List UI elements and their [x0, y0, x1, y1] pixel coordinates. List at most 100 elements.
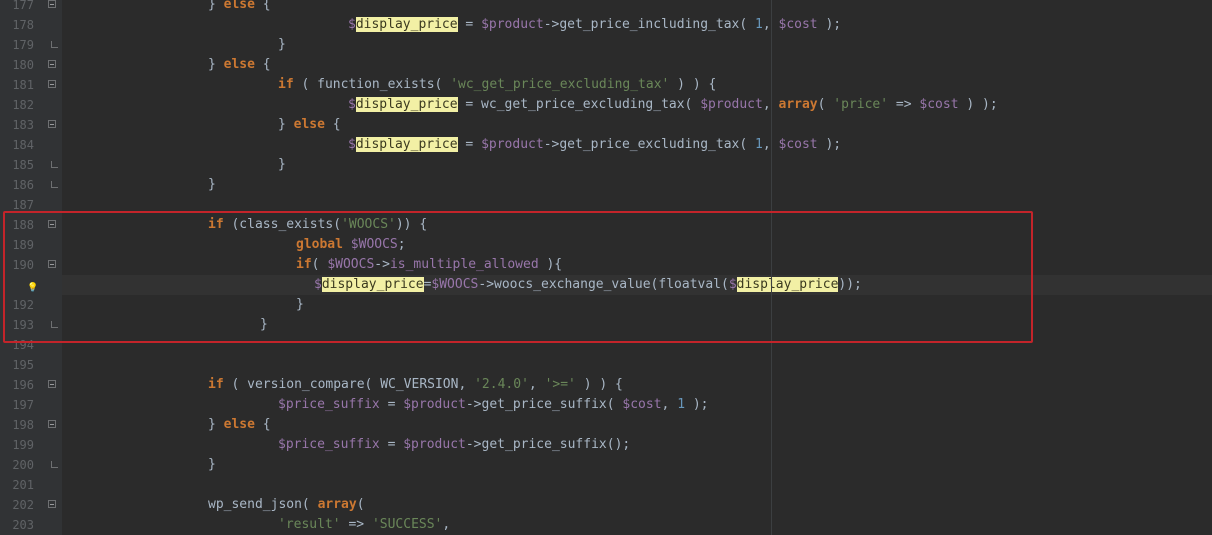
- gutter: 184: [0, 135, 62, 155]
- code-token: {: [254, 417, 271, 432]
- code-token: if: [208, 217, 224, 232]
- fold-end-icon[interactable]: [51, 461, 58, 468]
- code-line[interactable]: 192}: [0, 295, 1212, 315]
- code-token: =: [457, 17, 482, 32]
- code-token: array: [778, 97, 818, 112]
- line-number: 185: [12, 158, 34, 172]
- fold-toggle-icon[interactable]: [48, 60, 56, 68]
- code-text: } else {: [208, 0, 271, 15]
- fold-toggle-icon[interactable]: [48, 220, 56, 228]
- fold-toggle-icon[interactable]: [48, 80, 56, 88]
- line-number: 180: [12, 58, 34, 72]
- code-token: {: [254, 57, 271, 72]
- code-line[interactable]: 181 if ( function_exists( 'wc_get_price_e…: [0, 75, 1212, 95]
- line-number: 196: [12, 378, 34, 392]
- code-token: (: [817, 97, 834, 112]
- code-token: ->get_price_suffix();: [465, 437, 631, 452]
- line-number: 179: [12, 38, 34, 52]
- code-line[interactable]: 193}: [0, 315, 1212, 335]
- code-token: ) ) {: [575, 377, 623, 392]
- line-number: 197: [12, 398, 34, 412]
- code-line[interactable]: 179}: [0, 35, 1212, 55]
- code-line[interactable]: 184 $display_price = $product->get_price_…: [0, 135, 1212, 155]
- code-token: 'WOOCS': [341, 217, 396, 232]
- code-token: $product: [700, 97, 763, 112]
- code-line[interactable]: 194: [0, 335, 1212, 355]
- line-number: 192: [12, 298, 34, 312]
- line-number: 195: [12, 358, 34, 372]
- code-token: if: [208, 377, 224, 392]
- code-token: ){: [538, 257, 563, 272]
- code-token: 'wc_get_price_excluding_tax': [450, 77, 670, 92]
- code-line[interactable]: 183} else {: [0, 115, 1212, 135]
- fold-end-icon[interactable]: [51, 41, 58, 48]
- code-token: }: [278, 37, 286, 52]
- gutter: 179: [0, 35, 62, 55]
- gutter: 178: [0, 15, 62, 35]
- code-token: $product: [403, 397, 466, 412]
- code-token: (: [356, 497, 365, 512]
- gutter: 199: [0, 435, 62, 455]
- code-line[interactable]: 195: [0, 355, 1212, 375]
- code-token: $product: [481, 137, 544, 152]
- gutter: 198: [0, 415, 62, 435]
- code-line[interactable]: 198} else {: [0, 415, 1212, 435]
- fold-toggle-icon[interactable]: [48, 0, 56, 8]
- fold-toggle-icon[interactable]: [48, 500, 56, 508]
- code-token: )) {: [395, 217, 428, 232]
- code-token: 'price': [833, 97, 889, 112]
- code-token: $cost: [622, 397, 662, 412]
- code-token: $product: [481, 17, 544, 32]
- code-line[interactable]: 💡 $display_price=$WOOCS->woocs_exchange_v…: [0, 275, 1212, 295]
- gutter: 186: [0, 175, 62, 195]
- code-token: $: [314, 277, 322, 292]
- code-line[interactable]: 203 'result' => 'SUCCESS',: [0, 515, 1212, 535]
- fold-toggle-icon[interactable]: [48, 260, 56, 268]
- fold-toggle-icon[interactable]: [48, 380, 56, 388]
- gutter: 203: [0, 515, 62, 535]
- code-line[interactable]: 189 global $WOOCS;: [0, 235, 1212, 255]
- fold-toggle-icon[interactable]: [48, 120, 56, 128]
- code-line[interactable]: 188 if (class_exists('WOOCS')) {: [0, 215, 1212, 235]
- code-token: $: [348, 97, 356, 112]
- fold-end-icon[interactable]: [51, 181, 58, 188]
- code-editor[interactable]: 177 } else {178 $display_price = $product-…: [0, 0, 1212, 535]
- code-token: $WOOCS: [431, 277, 479, 292]
- code-line[interactable]: 197 $price_suffix = $product->get_price_s…: [0, 395, 1212, 415]
- code-token: ,: [528, 377, 545, 392]
- line-number: 203: [12, 518, 34, 532]
- code-line[interactable]: 182 $display_price = wc_get_price_excludi…: [0, 95, 1212, 115]
- code-token: $WOOCS: [327, 257, 375, 272]
- line-number: 188: [12, 218, 34, 232]
- code-line[interactable]: 180} else {: [0, 55, 1212, 75]
- code-line[interactable]: 185}: [0, 155, 1212, 175]
- code-text: if (class_exists('WOOCS')) {: [208, 215, 427, 235]
- gutter: 183: [0, 115, 62, 135]
- line-number: 178: [12, 18, 34, 32]
- code-line[interactable]: 200}: [0, 455, 1212, 475]
- gutter: 177: [0, 0, 62, 15]
- fold-end-icon[interactable]: [51, 161, 58, 168]
- code-token: global: [296, 237, 343, 252]
- code-line[interactable]: 202 wp_send_json( array(: [0, 495, 1212, 515]
- code-line[interactable]: 186}: [0, 175, 1212, 195]
- code-token: ,: [661, 397, 678, 412]
- code-token: (: [311, 257, 328, 272]
- code-line[interactable]: 177 } else {: [0, 0, 1212, 15]
- code-token: '2.4.0': [474, 377, 529, 392]
- code-text: }: [296, 295, 304, 315]
- code-line[interactable]: 187: [0, 195, 1212, 215]
- code-line[interactable]: 201: [0, 475, 1212, 495]
- fold-toggle-icon[interactable]: [48, 420, 56, 428]
- code-line[interactable]: 190 if( $WOOCS->is_multiple_allowed ){: [0, 255, 1212, 275]
- code-text: $display_price=$WOOCS->woocs_exchange_va…: [314, 275, 862, 295]
- code-line[interactable]: 196 if ( version_compare( WC_VERSION, '2.…: [0, 375, 1212, 395]
- code-token: }: [208, 177, 216, 192]
- gutter: 192: [0, 295, 62, 315]
- code-token: =: [379, 437, 404, 452]
- code-line[interactable]: 178 $display_price = $product->get_price_…: [0, 15, 1212, 35]
- code-token: ( function_exists(: [293, 77, 451, 92]
- fold-end-icon[interactable]: [51, 321, 58, 328]
- code-line[interactable]: 199 $price_suffix = $product->get_price_s…: [0, 435, 1212, 455]
